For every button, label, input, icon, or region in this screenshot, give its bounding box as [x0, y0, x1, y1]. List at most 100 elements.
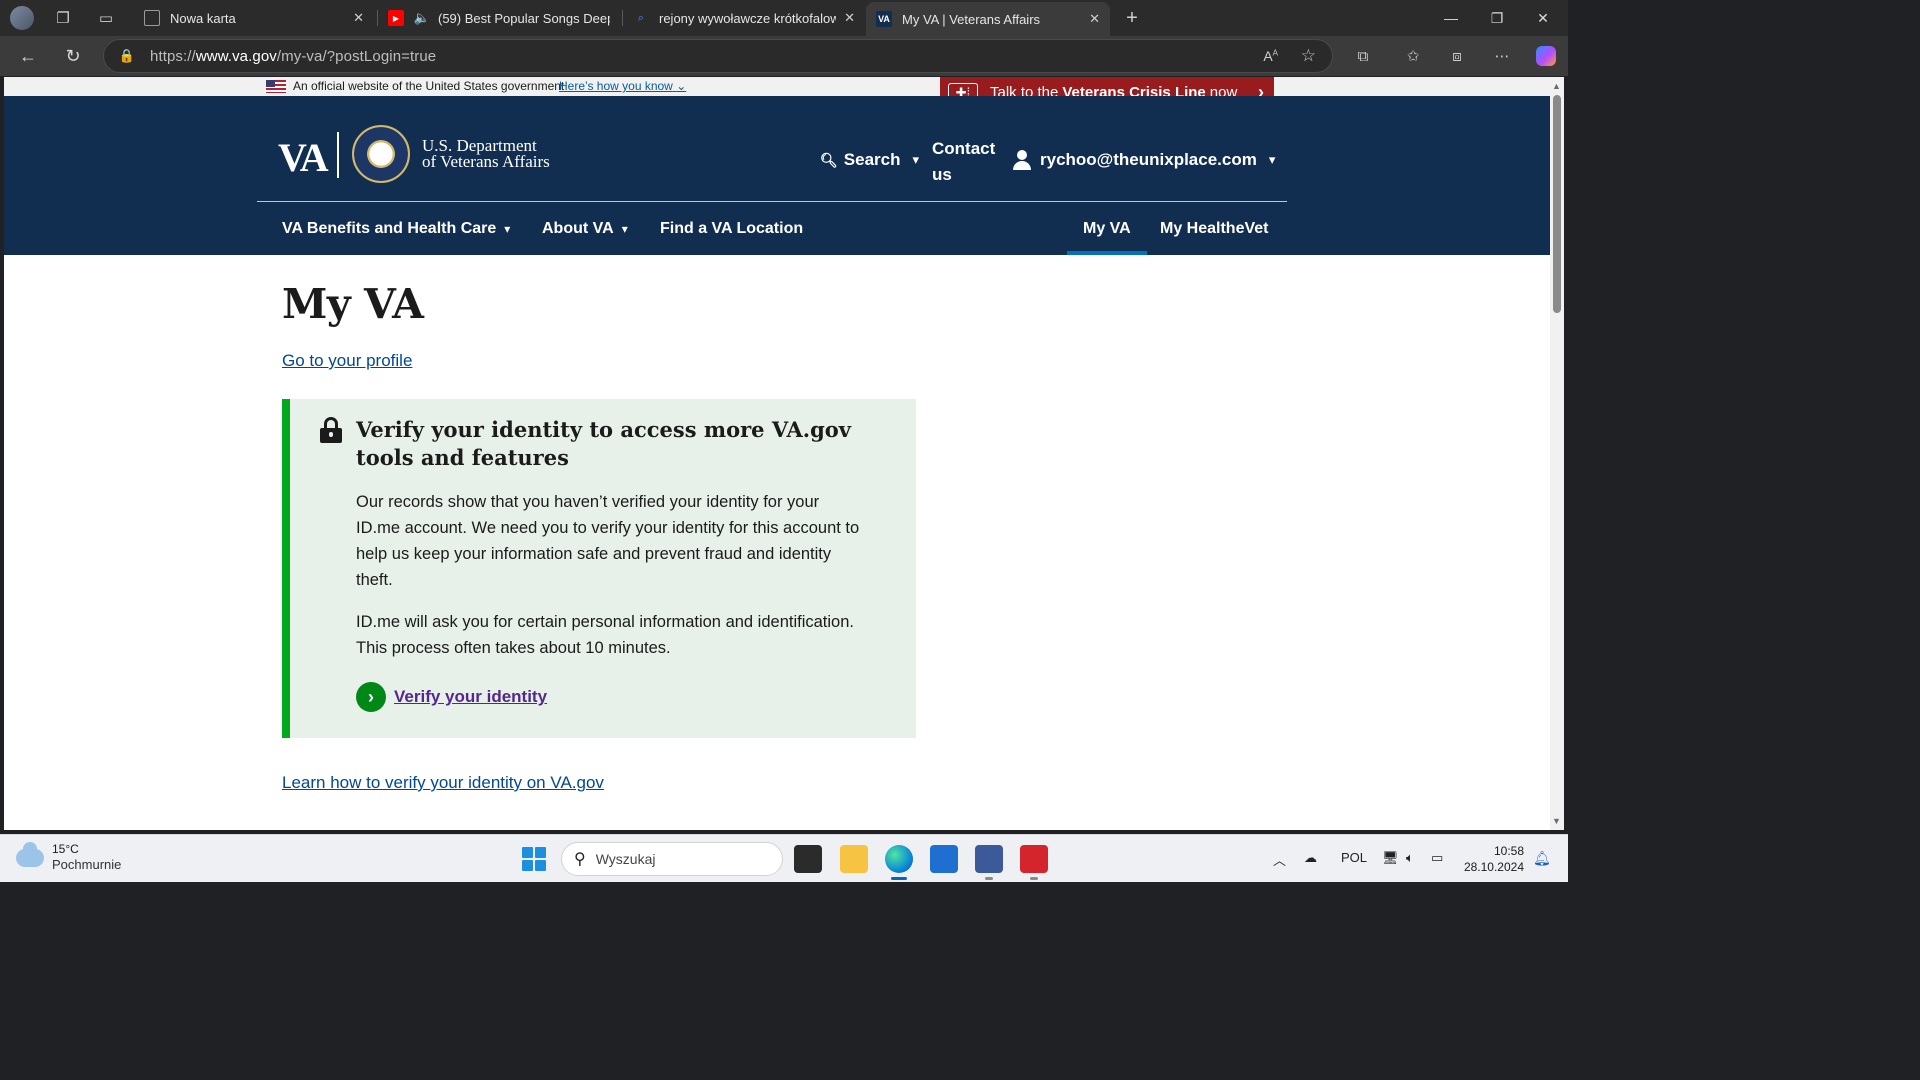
onedrive-cloud-icon[interactable]: ☁: [1304, 850, 1317, 866]
gov-banner-text: An official website of the United States…: [293, 79, 565, 93]
lock-icon[interactable]: 🔒: [104, 48, 150, 64]
task-view-icon[interactable]: [794, 845, 822, 873]
refresh-icon[interactable]: ↻: [59, 43, 87, 69]
more-menu-icon[interactable]: ⋯: [1489, 44, 1515, 68]
favorite-star-icon[interactable]: ☆: [1301, 46, 1316, 66]
tab-youtube[interactable]: ▶ 🔈 (59) Best Popular Songs Deep: [378, 4, 620, 32]
page-scrollbar[interactable]: ▲ ▼: [1550, 77, 1564, 830]
notification-bell-icon[interactable]: 🔔︎: [1533, 850, 1551, 867]
microsoft-store-icon[interactable]: [930, 845, 958, 873]
copilot-icon[interactable]: [1533, 44, 1559, 68]
search-label: Search: [843, 150, 901, 169]
weather-widget[interactable]: 15°C Pochmurnie: [16, 841, 121, 873]
app-icon[interactable]: [1020, 845, 1048, 880]
dept-line2: of Veterans Affairs: [422, 152, 550, 171]
file-explorer-icon[interactable]: [840, 845, 868, 873]
chevron-down-icon: ▾: [1268, 152, 1276, 167]
scrollbar-thumb[interactable]: [1553, 95, 1561, 313]
logo-divider: [337, 132, 339, 178]
heres-how-you-know-link[interactable]: Here’s how you know ⌄: [559, 79, 686, 93]
virtualbox-icon[interactable]: [975, 845, 1003, 880]
gov-banner: An official website of the United States…: [4, 77, 1550, 96]
search-icon: 🔍︎: [820, 151, 838, 168]
go-to-profile-link[interactable]: Go to your profile: [282, 351, 412, 371]
taskbar-search-placeholder: Wyszukaj: [595, 851, 656, 867]
user-menu-button[interactable]: rychoo@theunixplace.com ▾: [1012, 150, 1275, 170]
newtab-icon: [144, 10, 160, 26]
browser-toolbar: ← ↻ 🔒 https://www.va.gov/my-va/?postLogi…: [0, 36, 1568, 76]
alert-paragraph: Our records show that you haven’t verifi…: [356, 493, 860, 589]
va-seal-icon[interactable]: [352, 125, 410, 183]
url-text: https://www.va.gov/my-va/?postLogin=true: [150, 47, 437, 65]
scroll-down-arrow-icon[interactable]: ▼: [1552, 816, 1561, 826]
chevron-right-circle-icon: ›: [356, 682, 386, 712]
verify-identity-link-text[interactable]: Verify your identity: [394, 687, 547, 707]
alert-paragraph: ID.me will ask you for certain personal …: [356, 613, 854, 657]
learn-verify-identity-link[interactable]: Learn how to verify your identity on VA.…: [282, 773, 604, 793]
nav-my-healthevet[interactable]: My HealtheVet: [1160, 202, 1268, 255]
windows-start-icon[interactable]: [522, 847, 546, 871]
workspaces-icon[interactable]: ❐: [51, 6, 75, 30]
profile-avatar-icon[interactable]: [10, 6, 34, 30]
tab-title: (59) Best Popular Songs Deep: [438, 10, 610, 26]
collections-icon[interactable]: ⧈: [1444, 44, 1470, 68]
search-button[interactable]: 🔍︎ Search ▾: [820, 150, 919, 170]
tab-new-tab[interactable]: Nowa karta ✕: [134, 4, 374, 32]
va-logo[interactable]: VA: [278, 134, 329, 181]
us-flag-icon: [266, 80, 286, 93]
battery-icon[interactable]: ▭: [1431, 850, 1443, 866]
nav-about-va[interactable]: About VA ▾: [542, 202, 628, 255]
network-icon[interactable]: 🖥︎: [1382, 850, 1399, 866]
clock-date: 28.10.2024: [1463, 860, 1524, 874]
close-tab-icon[interactable]: ✕: [844, 10, 855, 26]
scroll-up-arrow-icon[interactable]: ▲: [1552, 81, 1561, 91]
search-icon: ⌕: [637, 11, 645, 24]
chevron-up-icon[interactable]: ︿: [1273, 850, 1286, 869]
tab-my-va[interactable]: VA My VA | Veterans Affairs ✕: [866, 2, 1110, 36]
va-header: VA U.S. Department of Veterans Affairs 🔍…: [4, 96, 1550, 255]
tab-title: My VA | Veterans Affairs: [902, 11, 1041, 27]
search-icon: ⚲: [574, 851, 586, 868]
back-arrow-icon[interactable]: ←: [14, 43, 42, 69]
nav-label: My HealtheVet: [1160, 219, 1269, 237]
volume-icon[interactable]: 🔈︎: [1406, 850, 1414, 866]
va-department-name[interactable]: U.S. Department of Veterans Affairs: [422, 137, 550, 171]
audio-playing-icon[interactable]: 🔈: [414, 10, 430, 26]
nav-label: About VA: [542, 219, 614, 237]
nav-my-va[interactable]: My VA: [1067, 202, 1147, 255]
nav-label: My VA: [1083, 219, 1131, 237]
language-indicator[interactable]: POL: [1341, 850, 1367, 865]
lock-icon: [320, 417, 342, 443]
address-bar[interactable]: 🔒 https://www.va.gov/my-va/?postLogin=tr…: [103, 39, 1333, 73]
read-aloud-icon[interactable]: AA: [1263, 48, 1278, 64]
verify-identity-action-link[interactable]: › Verify your identity: [356, 682, 547, 712]
contact-us-link[interactable]: Contact us: [932, 136, 1002, 188]
main-nav: VA Benefits and Health Care ▾ About VA ▾…: [4, 202, 1550, 255]
close-tab-icon[interactable]: ✕: [353, 10, 364, 26]
chevron-down-icon: ▾: [621, 221, 628, 236]
edge-browser-icon[interactable]: [885, 845, 913, 880]
vertical-tabs-icon[interactable]: ▭: [94, 6, 118, 30]
minimize-icon[interactable]: —: [1428, 0, 1474, 36]
tab-title: rejony wywoławcze krótkofalowców: [659, 10, 837, 26]
chevron-down-icon: ▾: [912, 152, 920, 167]
youtube-icon: ▶: [388, 10, 404, 26]
page-viewport: An official website of the United States…: [4, 77, 1550, 830]
taskbar-clock[interactable]: 10:58 28.10.2024: [1456, 843, 1524, 875]
user-email: rychoo@theunixplace.com: [1040, 150, 1257, 169]
windows-taskbar: 15°C Pochmurnie ⚲ Wyszukaj ︿ ☁ POL 🖥︎ 🔈︎…: [0, 834, 1568, 882]
nav-find-va-location[interactable]: Find a VA Location: [660, 202, 803, 255]
favorites-icon[interactable]: ✩: [1400, 44, 1426, 68]
extensions-icon[interactable]: ⧉: [1350, 44, 1376, 68]
tab-search-results[interactable]: ⌕ rejony wywoławcze krótkofalowców ✕: [623, 4, 865, 32]
page-title: My VA: [282, 280, 424, 328]
chevron-down-icon: ⌄: [676, 79, 687, 93]
new-tab-plus-icon[interactable]: +: [1120, 6, 1144, 30]
clock-time: 10:58: [1493, 844, 1524, 858]
close-window-icon[interactable]: ✕: [1520, 0, 1566, 36]
nav-benefits-health-care[interactable]: VA Benefits and Health Care ▾: [282, 202, 510, 255]
browser-tab-bar: ❐ ▭ Nowa karta ✕ ▶ 🔈 (59) Best Popular S…: [0, 0, 1568, 36]
taskbar-search[interactable]: ⚲ Wyszukaj: [561, 842, 783, 876]
close-tab-icon[interactable]: ✕: [1089, 11, 1100, 27]
restore-icon[interactable]: ❐: [1474, 0, 1520, 36]
